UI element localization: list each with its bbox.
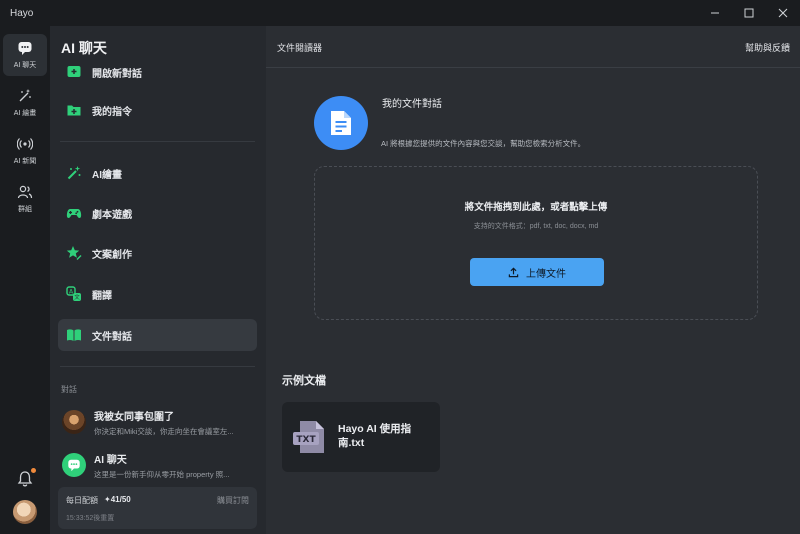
- menu-item-label: 我的指令: [92, 106, 132, 118]
- broadcast-icon: [17, 136, 33, 152]
- txt-file-icon: TXT: [292, 419, 326, 455]
- sidebar-divider: [60, 141, 255, 142]
- folder-plus-icon: [66, 102, 82, 118]
- menu-item-translate[interactable]: A文 翻譯: [58, 278, 257, 310]
- minimize-icon: [711, 12, 719, 14]
- rail-item-label: AI 新聞: [13, 158, 37, 165]
- rail-item-ai-chat[interactable]: AI 聊天: [3, 34, 47, 76]
- conversation-avatar: [62, 410, 86, 434]
- magic-wand-icon: [17, 88, 33, 104]
- document-chat-description: AI 將根據您提供的文件內容與您交談，幫助您檢索分析文件。: [381, 139, 586, 148]
- conversation-title: AI 聊天: [94, 454, 127, 466]
- main-header: 文件閱讀器 幫助與反饋: [266, 26, 800, 68]
- menu-item-label: 文案創作: [92, 249, 132, 261]
- rail-item-ai-painting[interactable]: AI 繪畫: [3, 82, 47, 124]
- svg-text:文: 文: [74, 293, 80, 301]
- user-avatar[interactable]: [13, 500, 37, 524]
- menu-item-ai-painting[interactable]: AI繪畫: [58, 157, 257, 189]
- conversation-item[interactable]: 我被女同事包圍了 你決定和Miki交談，你走向坐在會議室左...: [58, 404, 257, 440]
- upload-button-label: 上傳文件: [526, 268, 566, 280]
- menu-item-document-chat[interactable]: 文件對話: [58, 319, 257, 351]
- new-chat-icon: [66, 64, 82, 80]
- menu-item-new-chat[interactable]: 開啟新對話: [58, 56, 257, 88]
- group-icon: [17, 184, 33, 200]
- menu-item-label: AI繪畫: [92, 169, 122, 181]
- chat-bubble-icon: [68, 459, 80, 472]
- notification-button[interactable]: [16, 468, 36, 488]
- icon-rail: AI 聊天 AI 繪畫 AI 新聞 群組: [0, 26, 50, 534]
- daily-quota-panel: 每日配額 ✦41/50 購買訂閱 15:33:52後重置: [58, 487, 257, 529]
- supported-formats: 支持的文件格式：pdf, txt, doc, docx, md: [473, 223, 599, 230]
- section-label: 對話: [61, 385, 77, 394]
- quota-reset-time: 15:33:52後重置: [66, 515, 115, 522]
- rail-item-label: AI 聊天: [13, 62, 37, 69]
- rail-item-ai-news[interactable]: AI 新聞: [3, 130, 47, 172]
- examples-title: 示例文檔: [282, 375, 326, 387]
- window-controls: [698, 0, 800, 26]
- menu-item-my-prompts[interactable]: 我的指令: [58, 94, 257, 126]
- close-button[interactable]: [766, 0, 800, 26]
- sidebar-divider: [60, 366, 255, 367]
- chat-bubble-icon: [17, 40, 33, 56]
- menu-item-label: 文件對話: [92, 331, 132, 343]
- translate-icon: A文: [66, 286, 82, 302]
- rail-item-label: 群組: [18, 206, 32, 213]
- close-icon: [778, 8, 788, 18]
- upload-file-button[interactable]: 上傳文件: [470, 258, 604, 286]
- example-document-name: Hayo AI 使用指南.txt: [338, 423, 412, 449]
- file-drop-zone[interactable]: 將文件拖拽到此處，或者點擊上傳 支持的文件格式：pdf, txt, doc, d…: [314, 166, 758, 320]
- chat-sidebar: AI 聊天 開啟新對話 我的指令 AI繪畫 劇本遊戲 文案創作 A文 翻譯 文件…: [50, 26, 266, 534]
- file-type-badge: TXT: [296, 435, 316, 445]
- conversation-preview: 这里是一份新手仰从零开始 property 照...: [94, 469, 230, 479]
- page-title: 文件閱讀器: [277, 43, 323, 53]
- rail-item-group[interactable]: 群組: [3, 178, 47, 220]
- menu-item-label: 開啟新對話: [92, 68, 142, 80]
- maximize-button[interactable]: [732, 0, 766, 26]
- star-pen-icon: [66, 245, 82, 261]
- menu-item-label: 翻譯: [92, 290, 112, 302]
- drop-zone-title: 將文件拖拽到此處，或者點擊上傳: [464, 202, 608, 213]
- help-feedback-link[interactable]: 幫助與反饋: [745, 41, 790, 54]
- menu-item-script-game[interactable]: 劇本遊戲: [58, 197, 257, 229]
- gamepad-icon: [66, 205, 82, 221]
- upload-icon: [508, 266, 519, 278]
- menu-item-label: 劇本遊戲: [92, 209, 132, 221]
- app-title: Hayo: [10, 7, 34, 19]
- magic-sparkle-icon: [66, 165, 82, 181]
- document-chat-title: 我的文件對話: [382, 99, 442, 110]
- document-icon: [331, 111, 351, 135]
- minimize-button[interactable]: [698, 0, 732, 26]
- example-document-card[interactable]: TXT Hayo AI 使用指南.txt: [282, 402, 440, 472]
- quota-label: 每日配額: [66, 496, 98, 505]
- notification-dot: [31, 468, 36, 473]
- title-bar: Hayo: [0, 0, 800, 26]
- document-logo: [314, 96, 368, 150]
- conversation-item[interactable]: AI 聊天 这里是一份新手仰从零开始 property 照...: [58, 447, 257, 483]
- sidebar-title: AI 聊天: [61, 40, 107, 56]
- conversation-title: 我被女同事包圍了: [94, 411, 174, 423]
- rail-item-label: AI 繪畫: [13, 110, 37, 117]
- menu-item-copywriting[interactable]: 文案創作: [58, 237, 257, 269]
- buy-subscription-link[interactable]: 購買訂閱: [217, 495, 249, 506]
- conversation-preview: 你決定和Miki交談，你走向坐在會議室左...: [94, 426, 234, 436]
- quota-count: ✦41/50: [104, 495, 131, 504]
- maximize-icon: [744, 8, 754, 18]
- conversation-avatar: [62, 453, 86, 477]
- document-reader-panel: 文件閱讀器 幫助與反饋 我的文件對話 AI 將根據您提供的文件內容與您交談，幫助…: [266, 26, 800, 534]
- book-icon: [66, 327, 82, 343]
